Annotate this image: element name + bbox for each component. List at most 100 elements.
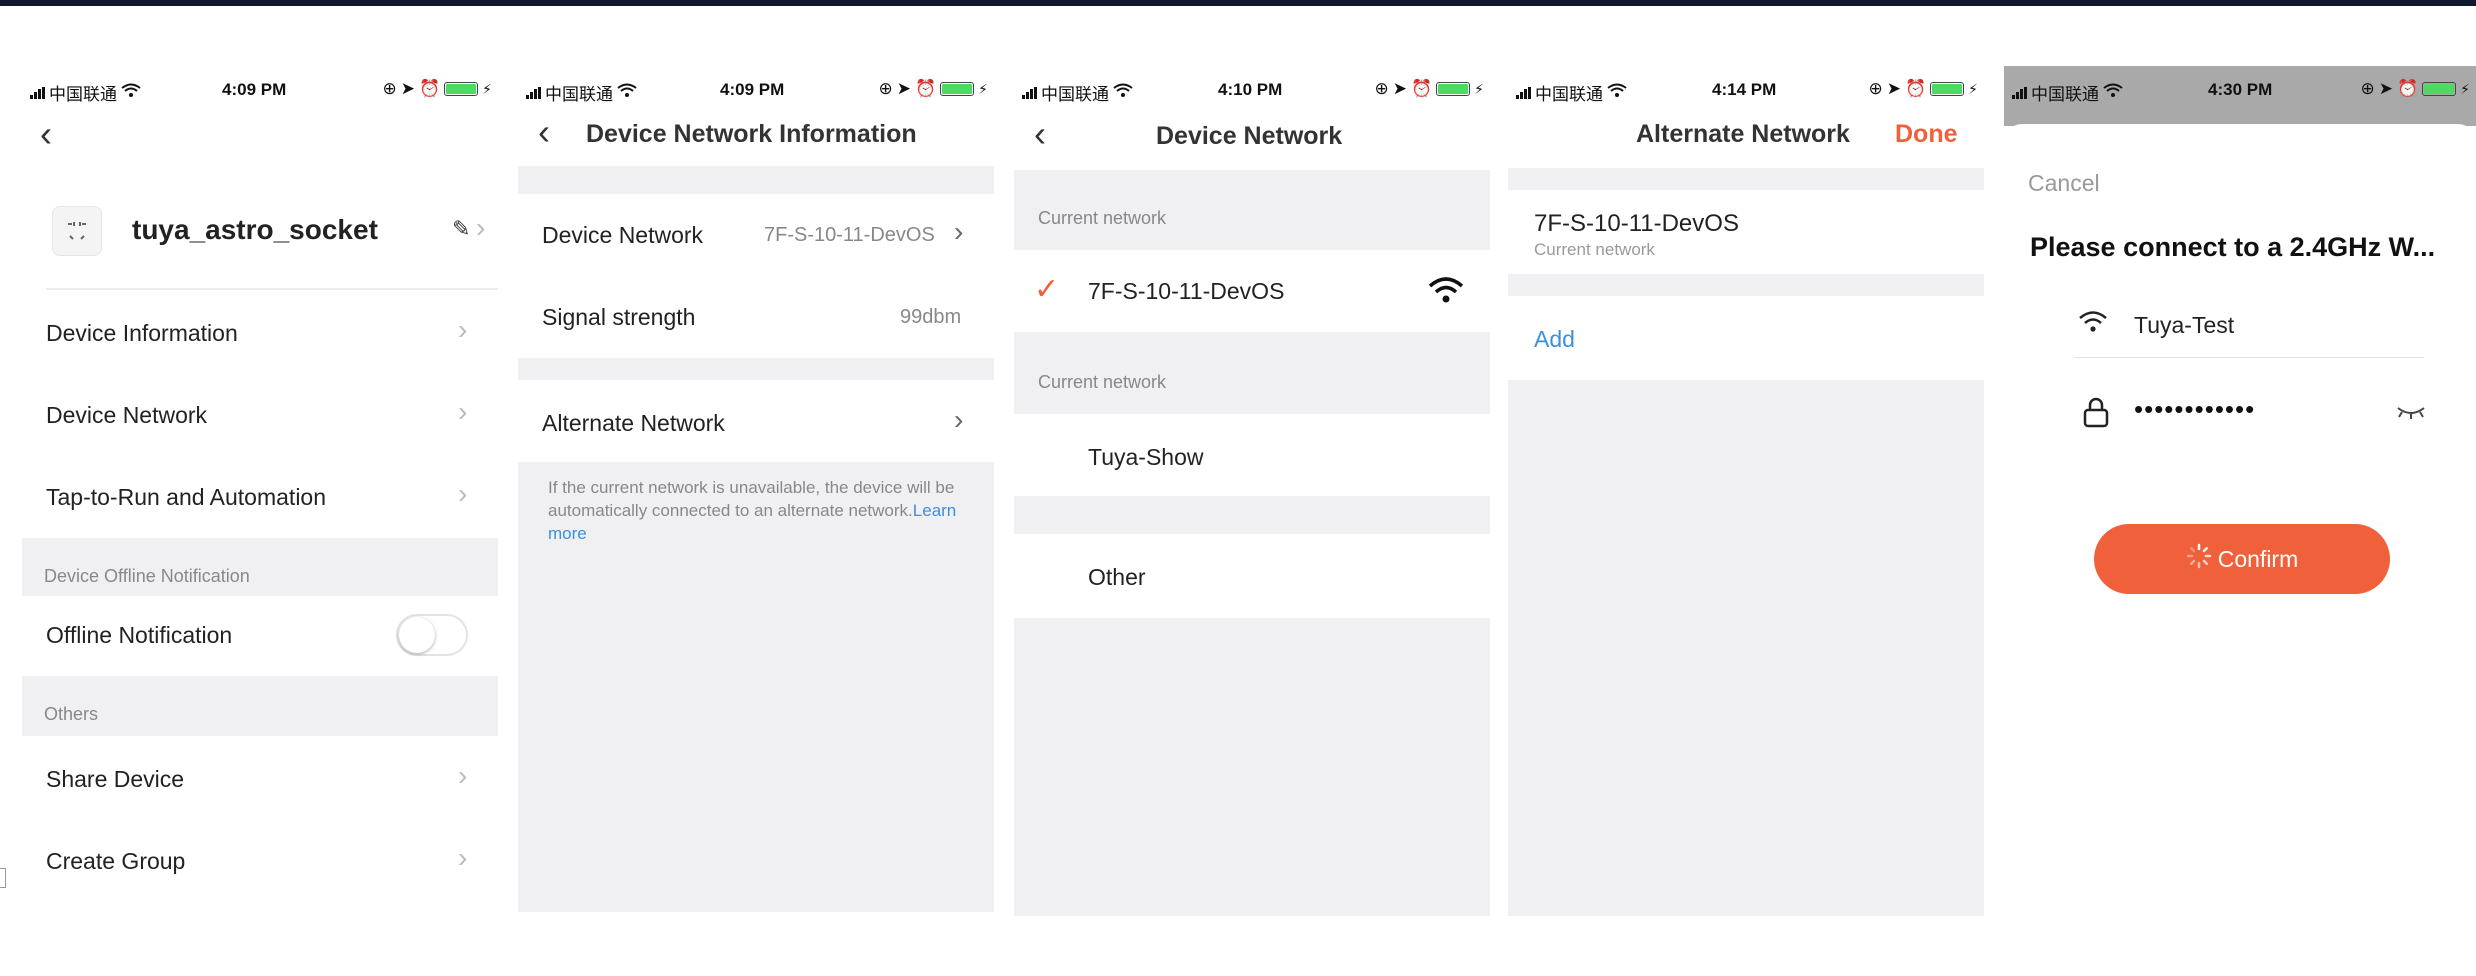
password-value: •••••••••••• <box>2134 394 2256 424</box>
back-chevron-icon[interactable]: ‹ <box>40 116 52 152</box>
carrier-label: 中国联通 <box>545 85 613 104</box>
wifi-status-icon <box>1113 83 1133 103</box>
device-name: tuya_astro_socket <box>132 214 378 245</box>
charging-icon: ⚡ <box>1474 80 1484 97</box>
eye-closed-icon[interactable] <box>2396 404 2426 425</box>
edge-marker <box>0 868 6 888</box>
battery-icon <box>1930 82 1965 96</box>
status-left: 中国联通 <box>2012 80 2123 105</box>
status-right: ⊕ ➤ ⏰ ⚡ <box>2360 79 2470 99</box>
network-item-other[interactable]: Other <box>1014 534 1490 618</box>
status-left: 中国联通 <box>1516 80 1627 105</box>
row-label: Device Network <box>46 402 208 428</box>
page-title: Alternate Network <box>1636 120 1850 148</box>
edit-icon[interactable]: ✎ <box>452 216 470 242</box>
confirm-button[interactable]: Confirm <box>2094 524 2390 594</box>
chevron-right-icon: › <box>458 760 468 791</box>
ssid-value: Tuya-Test <box>2134 312 2235 338</box>
network-item-current[interactable]: ✓ 7F-S-10-11-DevOS <box>1014 250 1490 332</box>
section-others: Others <box>22 676 498 736</box>
network-name: 7F-S-10-11-DevOS <box>1088 278 1285 304</box>
alternate-network-item[interactable]: 7F-S-10-11-DevOS Current network <box>1508 190 1984 274</box>
status-time: 4:10 PM <box>1218 80 1283 99</box>
lock-rotation-icon: ⊕ <box>382 79 397 98</box>
chevron-right-icon: › <box>458 478 468 509</box>
ssid-field[interactable]: Tuya-Test <box>2074 292 2424 358</box>
add-network-button[interactable]: Add <box>1534 326 1575 353</box>
section-header: Current network <box>1038 208 1167 228</box>
lock-rotation-icon: ⊕ <box>1374 79 1389 98</box>
section-header: Current network <box>1038 372 1167 392</box>
row-label: Tap-to-Run and Automation <box>46 484 327 510</box>
status-time: 4:14 PM <box>1712 80 1777 99</box>
chevron-right-icon: › <box>458 396 468 427</box>
alarm-icon: ⏰ <box>1410 79 1433 98</box>
alarm-icon: ⏰ <box>2396 79 2419 98</box>
signal-bars-icon <box>526 86 541 99</box>
network-name: 7F-S-10-11-DevOS <box>1534 210 1739 237</box>
signal-bars-icon <box>1516 86 1531 99</box>
device-header[interactable]: tuya_astro_socket ✎ › <box>52 206 492 256</box>
row-alternate-network[interactable]: Alternate Network › <box>518 380 994 462</box>
row-label: Alternate Network <box>542 410 725 436</box>
status-left: 中国联通 <box>30 80 141 105</box>
chevron-right-icon: › <box>476 212 486 243</box>
row-label: Share Device <box>46 766 185 792</box>
loading-spinner-icon <box>2186 543 2212 575</box>
socket-icon <box>52 206 102 256</box>
row-device-network[interactable]: Device Network 7F-S-10-11-DevOS › <box>518 194 994 276</box>
location-icon: ➤ <box>1392 79 1407 98</box>
chevron-right-icon: › <box>954 404 964 435</box>
add-network-row[interactable]: Add <box>1508 296 1984 380</box>
network-name: Other <box>1088 564 1146 590</box>
check-icon: ✓ <box>1034 273 1060 306</box>
alarm-icon: ⏰ <box>1904 79 1927 98</box>
row-tap-to-run[interactable]: Tap-to-Run and Automation › <box>22 456 498 538</box>
screen-alternate-network: 中国联通 4:14 PM ⊕ ➤ ⏰ ⚡ Alternate Network D… <box>1508 66 1984 916</box>
status-time: 4:30 PM <box>2208 80 2273 99</box>
confirm-label: Confirm <box>2217 545 2299 572</box>
row-share-device[interactable]: Share Device › <box>22 736 498 818</box>
charging-icon: ⚡ <box>482 80 492 97</box>
chevron-right-icon: › <box>458 314 468 345</box>
signal-bars-icon <box>2012 86 2027 99</box>
row-offline-notification: Offline Notification <box>22 596 498 676</box>
section-header: Others <box>44 704 99 724</box>
offline-notification-toggle[interactable] <box>396 614 468 656</box>
done-button[interactable]: Done <box>1895 120 1958 149</box>
wifi-status-icon <box>2103 83 2123 103</box>
status-bar: 中国联通 4:14 PM ⊕ ➤ ⏰ ⚡ <box>1508 66 1984 104</box>
cancel-button[interactable]: Cancel <box>2028 170 2100 197</box>
location-icon: ➤ <box>896 79 911 98</box>
charging-icon: ⚡ <box>2460 80 2470 97</box>
dialog-sheet: Cancel Please connect to a 2.4GHz W... T… <box>2004 124 2476 916</box>
carrier-label: 中国联通 <box>1041 85 1109 104</box>
row-signal-strength: Signal strength 99dbm <box>518 276 994 358</box>
top-dark-bar <box>0 0 2476 6</box>
network-item-alternate[interactable]: Tuya-Show <box>1014 414 1490 496</box>
chevron-right-icon: › <box>954 216 964 247</box>
battery-icon <box>444 82 479 96</box>
screen-wifi-dialog: 中国联通 4:30 PM ⊕ ➤ ⏰ ⚡ Cancel Please conne… <box>2004 66 2476 916</box>
charging-icon: ⚡ <box>1968 80 1978 97</box>
row-device-network[interactable]: Device Network › <box>22 374 498 456</box>
back-chevron-icon[interactable]: ‹ <box>538 114 550 150</box>
wifi-status-icon <box>1607 83 1627 103</box>
location-icon: ➤ <box>1886 79 1901 98</box>
row-value: 99dbm <box>900 306 962 328</box>
status-right: ⊕ ➤ ⏰ ⚡ <box>878 79 988 99</box>
note-text: If the current network is unavailable, t… <box>548 478 955 520</box>
carrier-label: 中国联通 <box>2031 85 2099 104</box>
row-device-information[interactable]: Device Information › <box>22 292 498 374</box>
section-header: Device Offline Notification <box>44 566 250 586</box>
status-time: 4:09 PM <box>222 80 287 99</box>
battery-icon <box>1436 82 1471 96</box>
row-create-group[interactable]: Create Group › <box>22 818 498 900</box>
back-chevron-icon[interactable]: ‹ <box>1034 116 1046 152</box>
wifi-signal-icon <box>1428 276 1464 309</box>
chevron-right-icon: › <box>458 842 468 873</box>
status-bar: 中国联通 4:10 PM ⊕ ➤ ⏰ ⚡ <box>1014 66 1490 104</box>
section-offline: Device Offline Notification <box>22 538 498 596</box>
password-field[interactable]: •••••••••••• <box>2074 390 2434 450</box>
row-value: 7F-S-10-11-DevOS <box>764 224 935 246</box>
